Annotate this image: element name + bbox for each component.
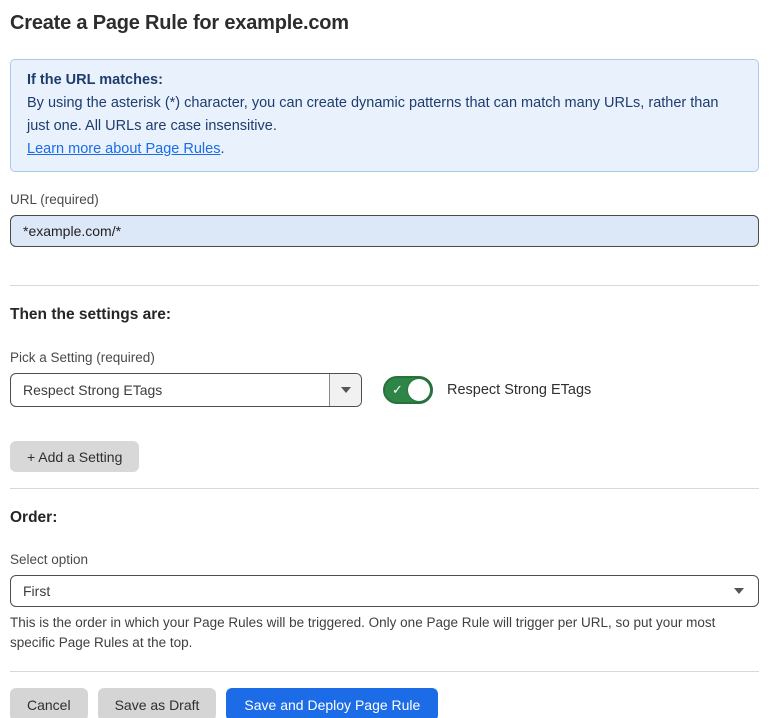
setting-select[interactable]: Respect Strong ETags <box>10 373 362 407</box>
order-section-heading: Order: <box>10 509 759 527</box>
respect-etags-toggle[interactable]: ✓ <box>383 376 433 404</box>
info-box-body: By using the asterisk (*) character, you… <box>27 92 742 138</box>
add-setting-button[interactable]: + Add a Setting <box>10 441 139 472</box>
link-period: . <box>220 141 224 157</box>
order-select-label: Select option <box>10 552 759 567</box>
chevron-down-icon <box>734 588 744 594</box>
footer-divider <box>10 671 759 672</box>
order-select[interactable]: First <box>10 575 759 607</box>
footer-actions: Cancel Save as Draft Save and Deploy Pag… <box>10 688 759 718</box>
create-page-rule-form: Create a Page Rule for example.com If th… <box>0 12 769 718</box>
setting-row: Respect Strong ETags ✓ Respect Strong ET… <box>10 373 759 407</box>
setting-select-value: Respect Strong ETags <box>11 382 329 398</box>
section-divider <box>10 285 759 286</box>
cancel-button[interactable]: Cancel <box>10 688 88 718</box>
info-box-link-line: Learn more about Page Rules. <box>27 138 742 161</box>
toggle-label: Respect Strong ETags <box>447 382 591 398</box>
learn-more-link[interactable]: Learn more about Page Rules <box>27 141 220 157</box>
check-icon: ✓ <box>392 383 403 396</box>
save-draft-button[interactable]: Save as Draft <box>98 688 217 718</box>
order-select-value: First <box>11 583 734 599</box>
pick-setting-label: Pick a Setting (required) <box>10 350 759 365</box>
section-divider <box>10 488 759 489</box>
url-match-info-box: If the URL matches: By using the asteris… <box>10 59 759 172</box>
setting-select-arrow-button[interactable] <box>329 374 361 406</box>
page-title: Create a Page Rule for example.com <box>10 12 759 35</box>
order-help-text: This is the order in which your Page Rul… <box>10 613 750 653</box>
url-input[interactable] <box>10 215 759 247</box>
toggle-knob <box>408 379 430 401</box>
save-deploy-button[interactable]: Save and Deploy Page Rule <box>226 688 438 718</box>
settings-section-heading: Then the settings are: <box>10 306 759 324</box>
chevron-down-icon <box>341 387 351 393</box>
url-field-label: URL (required) <box>10 192 759 207</box>
info-box-heading: If the URL matches: <box>27 69 742 92</box>
